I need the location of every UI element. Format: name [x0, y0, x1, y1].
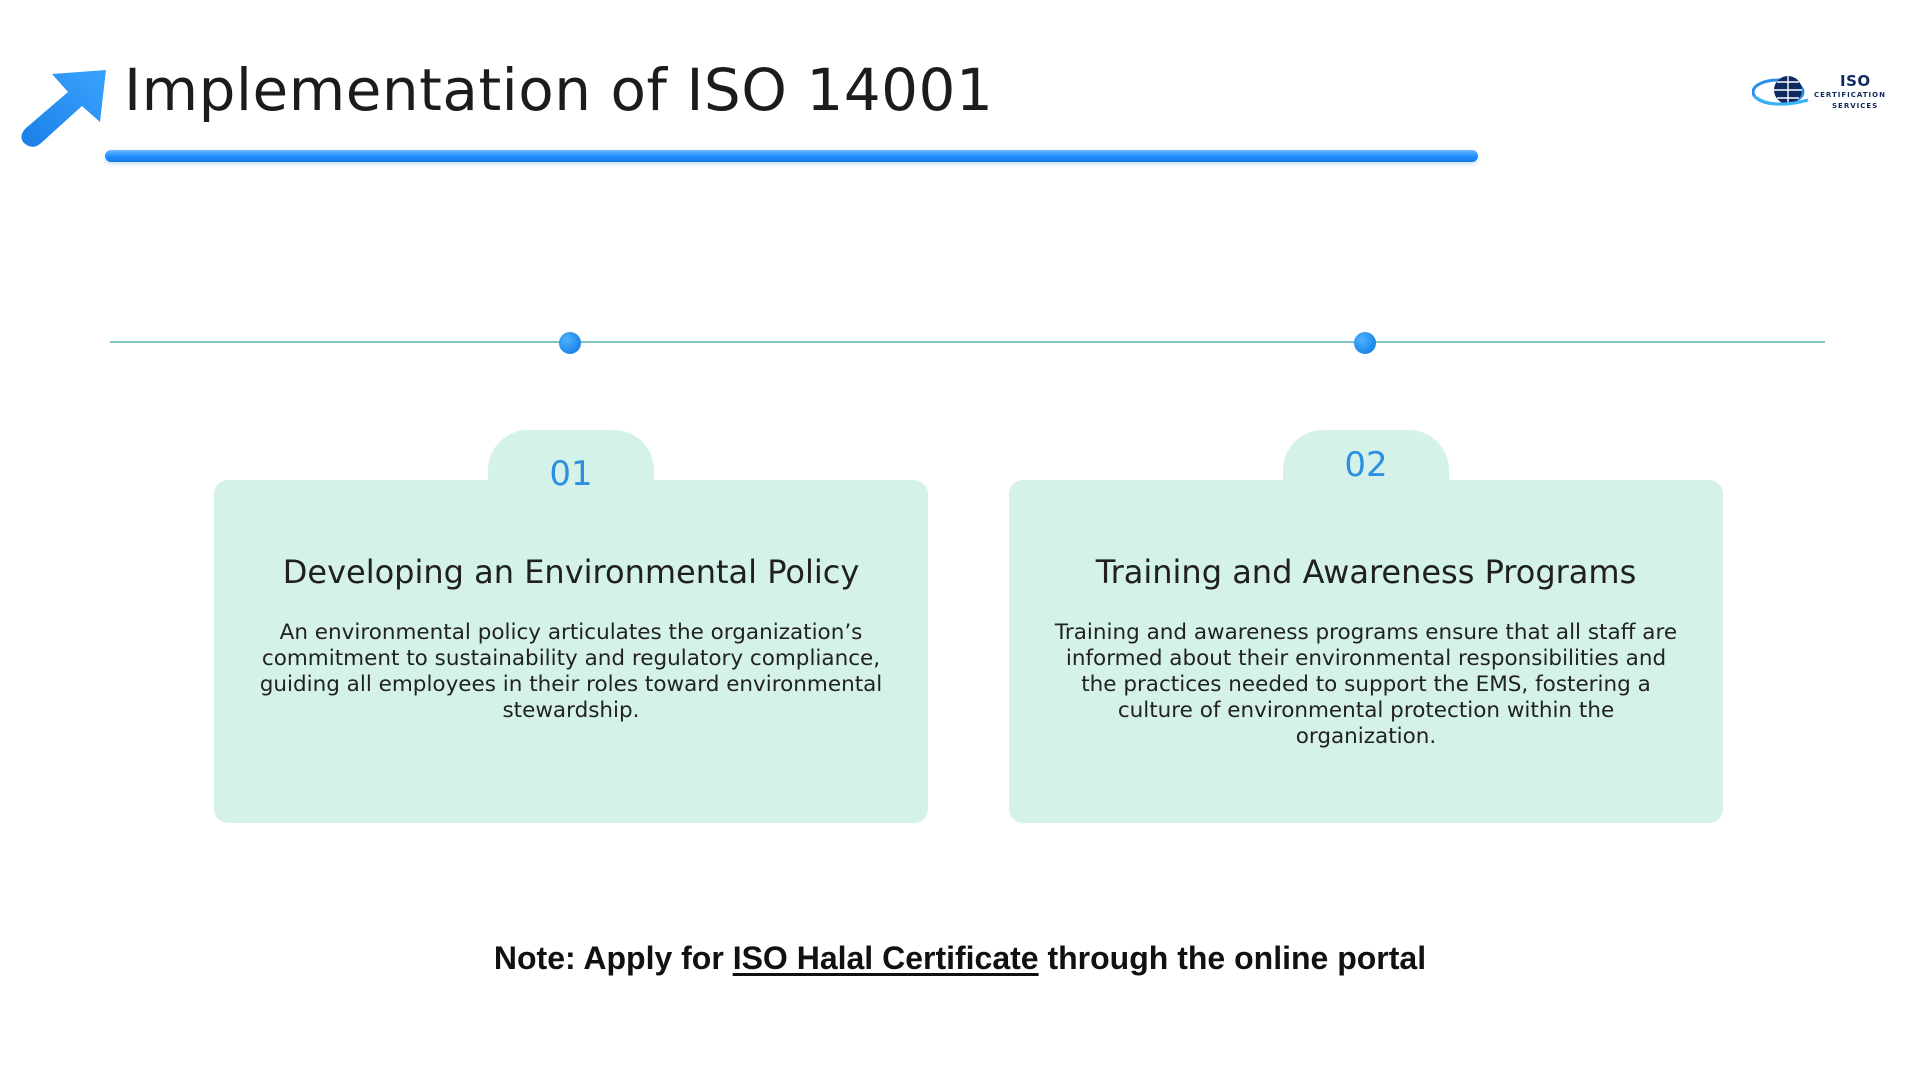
logo-text-iso: ISO — [1840, 72, 1871, 90]
company-logo: ISO CERTIFICATION SERVICES — [1752, 66, 1902, 120]
timeline-line — [110, 341, 1825, 343]
card-title: Training and Awareness Programs — [1095, 553, 1637, 591]
title-underline — [105, 150, 1478, 162]
step-card: Developing an Environmental Policy An en… — [214, 480, 928, 823]
globe-icon — [1752, 76, 1809, 106]
card-description: An environmental policy articulates the … — [259, 620, 883, 723]
note-suffix: through the online portal — [1038, 940, 1427, 976]
logo-text-services: SERVICES — [1832, 102, 1879, 110]
note-prefix: Note: Apply for — [493, 940, 733, 976]
card-description: Training and awareness programs ensure t… — [1054, 620, 1678, 749]
timeline-dot — [559, 332, 581, 354]
logo-text-certification: CERTIFICATION — [1814, 91, 1886, 99]
footer-note: Note: Apply for ISO Halal Certificate th… — [0, 940, 1920, 977]
timeline-dot — [1354, 332, 1376, 354]
step-card: Training and Awareness Programs Training… — [1009, 480, 1723, 823]
page-title: Implementation of ISO 14001 — [124, 56, 994, 124]
card-number: 01 — [549, 454, 593, 494]
arrow-up-right-icon — [21, 70, 106, 147]
card-title: Developing an Environmental Policy — [282, 553, 860, 591]
card-number: 02 — [1344, 445, 1388, 485]
iso-halal-certificate-link[interactable]: ISO Halal Certificate — [733, 940, 1039, 976]
